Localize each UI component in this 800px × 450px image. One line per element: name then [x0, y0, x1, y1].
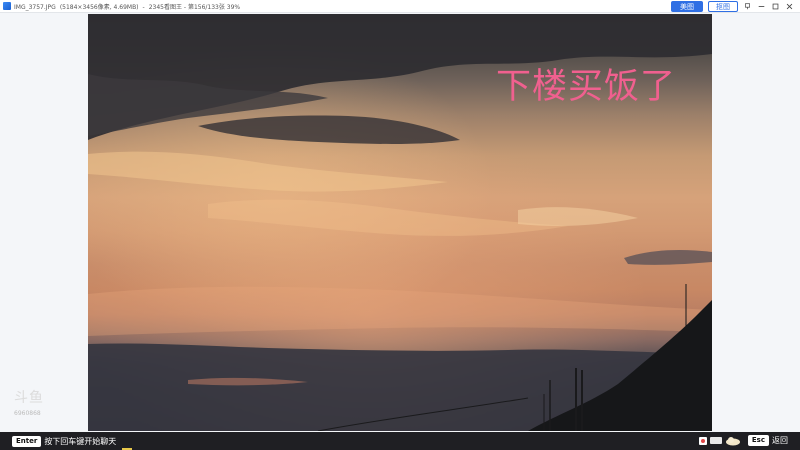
maximize-icon[interactable] — [771, 2, 780, 11]
cloud-icon — [725, 436, 740, 445]
tray-icon[interactable] — [709, 437, 722, 444]
meitu-button[interactable]: 美图 — [671, 1, 703, 12]
chat-hint-bar: Enter 按下回车键开始聊天 Esc 返回 — [0, 432, 800, 450]
sunset-photo[interactable]: 下楼买饭了 — [88, 14, 712, 431]
title-bar: IMG_3757.JPG (5184×3456像素, 4.69MB) -2345看图… — [0, 0, 800, 13]
close-icon[interactable] — [785, 2, 794, 11]
back-label[interactable]: 返回 — [772, 435, 788, 446]
titlebar-controls: 美图 抠图 — [671, 1, 794, 12]
watermark-room-id: 6960868 — [14, 410, 41, 417]
enter-key-badge[interactable]: Enter — [12, 435, 42, 447]
window-title: IMG_3757.JPG (5184×3456像素, 4.69MB) -2345看图… — [14, 2, 244, 11]
file-dimensions: (5184×3456像素, 4.69MB) — [59, 3, 139, 11]
app-logo-icon — [3, 2, 11, 10]
caption-overlay: 下楼买饭了 — [496, 67, 677, 107]
file-name: IMG_3757.JPG — [14, 3, 56, 11]
koutu-button[interactable]: 抠图 — [708, 1, 738, 12]
bottombar-right: Esc 返回 — [698, 435, 788, 446]
minimize-icon[interactable] — [757, 2, 766, 11]
record-icon[interactable] — [698, 436, 707, 445]
watermark-logo-text: 斗鱼 — [14, 390, 44, 406]
viewer-info: 2345看图王 - 第156/133张 39% — [148, 3, 241, 11]
title-separator: - — [142, 3, 145, 11]
esc-key-badge[interactable]: Esc — [747, 435, 769, 446]
pin-icon[interactable] — [743, 2, 752, 11]
stream-watermark: 斗鱼 6960868 — [14, 390, 54, 428]
enter-hint-text: 按下回车键开始聊天 — [44, 436, 117, 446]
